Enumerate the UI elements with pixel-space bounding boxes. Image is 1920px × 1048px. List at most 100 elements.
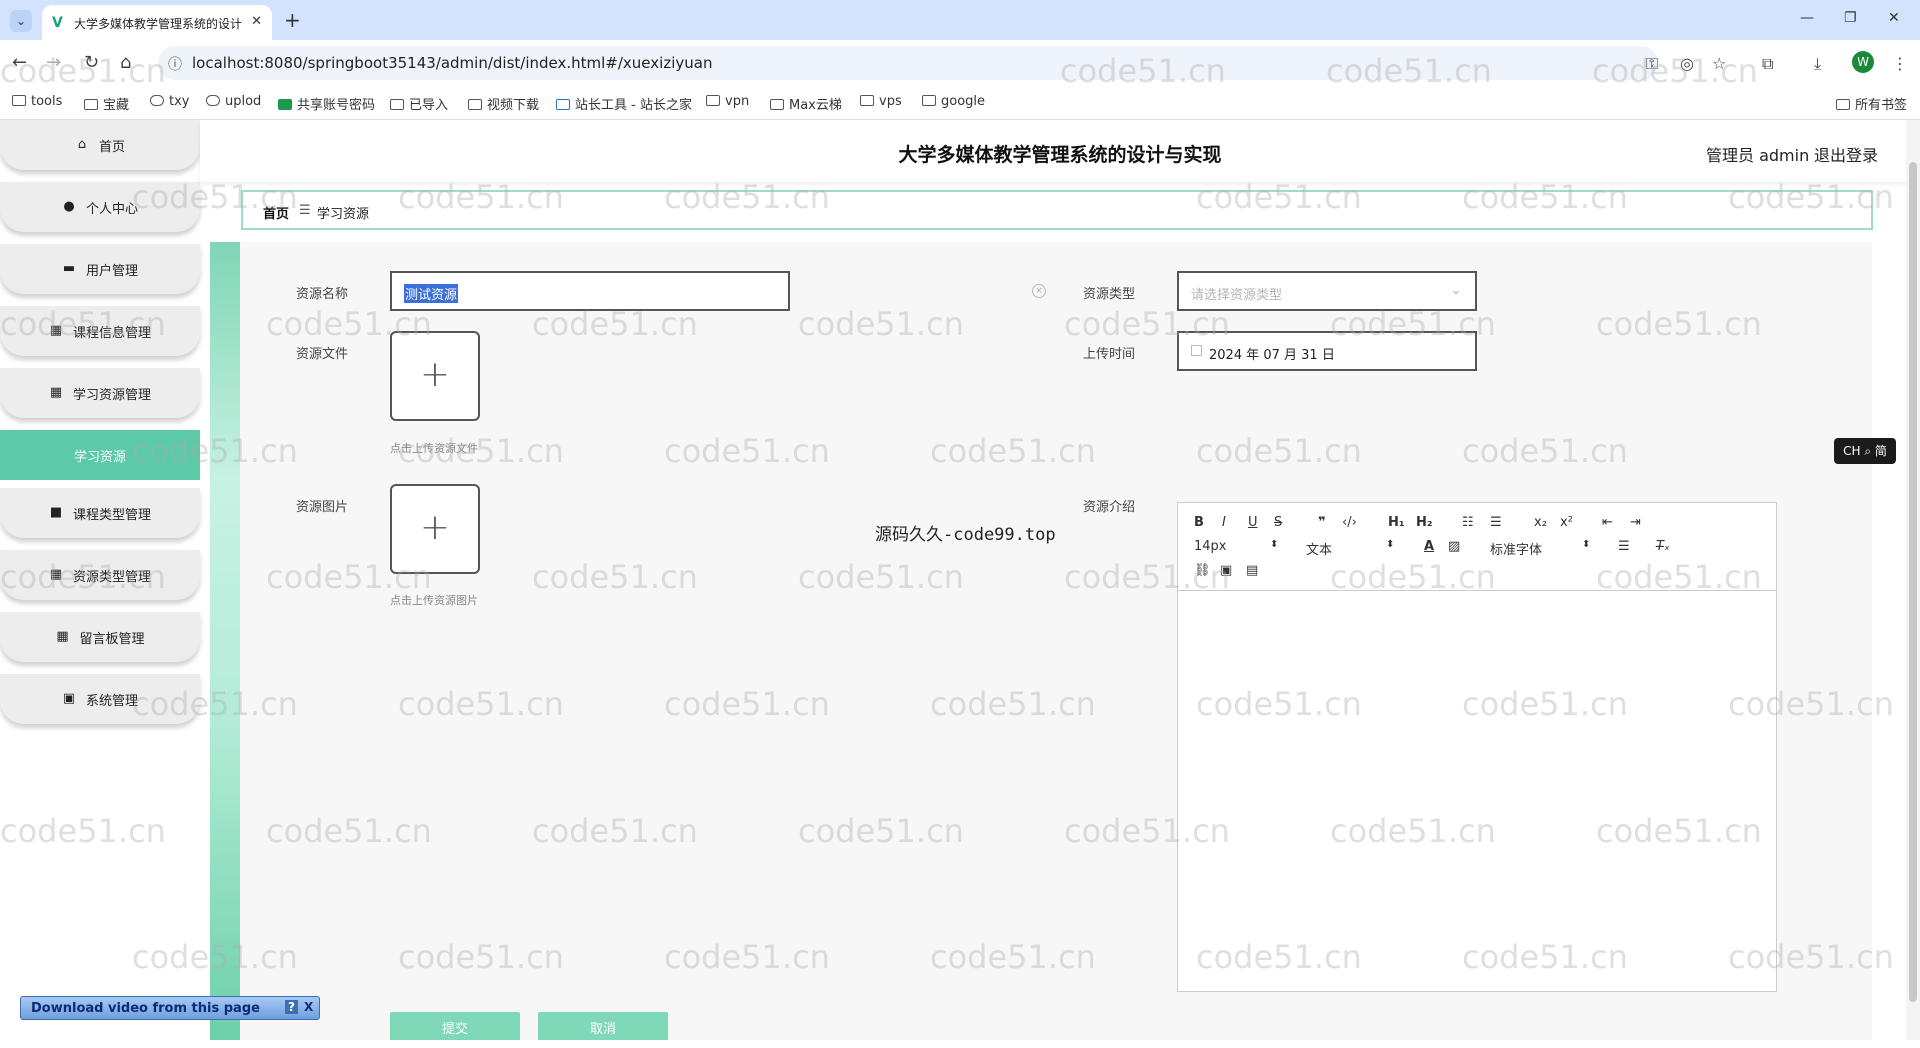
link-icon[interactable]: ⛓	[1194, 563, 1211, 578]
bookmark-item[interactable]: 宝藏	[84, 94, 129, 113]
ordered-list-icon[interactable]: ☷	[1462, 515, 1474, 530]
bookmark-item[interactable]: Max云梯	[770, 94, 842, 113]
clear-icon[interactable]: ×	[1032, 284, 1046, 298]
bookmark-item[interactable]: vpn	[706, 94, 749, 109]
bookmark-item[interactable]: tools	[12, 94, 62, 109]
breadcrumb-current: 学习资源	[317, 207, 370, 222]
heading1-icon[interactable]: H₁	[1388, 515, 1405, 530]
submit-button[interactable]: 提交	[390, 1012, 520, 1040]
key-icon[interactable]: ⚿	[1646, 54, 1658, 74]
sidebar-item-learning-resources[interactable]: 学习资源	[0, 430, 200, 480]
logout-link[interactable]: 退出登录	[1814, 142, 1878, 166]
ime-indicator[interactable]: CH ⌕ 简	[1834, 438, 1896, 464]
heading2-icon[interactable]: H₂	[1416, 515, 1433, 530]
url-text[interactable]: localhost:8080/springboot35143/admin/dis…	[192, 54, 712, 72]
quote-icon[interactable]: ❞	[1318, 515, 1326, 530]
restore-icon[interactable]: ❐	[1844, 10, 1857, 26]
align-icon[interactable]: ☰	[1618, 539, 1630, 554]
all-bookmarks[interactable]: 所有书签	[1836, 94, 1907, 113]
downloads-icon[interactable]: ⤓	[1814, 54, 1821, 74]
resource-name-input[interactable]: 测试资源	[390, 271, 790, 311]
home-button-icon[interactable]: ⌂	[120, 52, 131, 73]
close-window-icon[interactable]: ✕	[1888, 10, 1900, 26]
background-color-icon[interactable]: ▨	[1448, 539, 1460, 554]
bookmark-item[interactable]: 站长工具 - 站长之家	[556, 94, 692, 113]
file-label: 资源文件	[296, 347, 349, 362]
bookmark-item[interactable]: txy	[150, 94, 189, 109]
calendar-icon	[1191, 345, 1202, 356]
bookmark-item[interactable]: google	[922, 94, 985, 109]
clear-format-icon[interactable]: T̶ₓ	[1656, 539, 1670, 554]
browser-tab-bar: ⌄ V 大学多媒体教学管理系统的设计 ✕ + — ❐ ✕	[0, 0, 1920, 40]
screenshot-icon[interactable]: ◎	[1680, 54, 1694, 73]
breadcrumb-home[interactable]: 首页	[263, 203, 289, 222]
sidebar-item-courses[interactable]: ▦ 课程信息管理	[0, 306, 200, 356]
bookmark-item[interactable]: 已导入	[390, 94, 448, 113]
tool-icon	[556, 99, 570, 110]
block-type-select[interactable]: 文本	[1306, 539, 1332, 558]
video-embed-icon[interactable]: ▤	[1246, 563, 1258, 578]
bookmark-item[interactable]: 视频下载	[468, 94, 539, 113]
code-icon[interactable]: ‹/›	[1342, 515, 1357, 530]
image-upload-button[interactable]: +	[390, 484, 480, 574]
bookmark-item[interactable]: uplod	[206, 94, 261, 109]
tab-list-button[interactable]: ⌄	[10, 10, 32, 32]
bookmark-star-icon[interactable]: ☆	[1712, 54, 1726, 73]
superscript-icon[interactable]: x²	[1560, 515, 1573, 530]
menu-icon[interactable]: ⋮	[1892, 54, 1908, 73]
underline-icon[interactable]: U	[1248, 515, 1258, 530]
file-upload-button[interactable]: +	[390, 331, 480, 421]
resource-type-select[interactable]: 请选择资源类型 ⌄	[1177, 271, 1477, 311]
sidebar-item-resource-types[interactable]: ▦ 资源类型管理	[0, 550, 200, 600]
subscript-icon[interactable]: x₂	[1534, 515, 1547, 530]
sidebar-item-profile[interactable]: ● 个人中心	[0, 182, 200, 232]
bookmark-item[interactable]: 共享账号密码	[278, 94, 375, 113]
bold-icon[interactable]: B	[1194, 515, 1204, 530]
italic-icon[interactable]: I	[1222, 515, 1226, 530]
forward-icon[interactable]: →	[46, 52, 61, 73]
bullet-list-icon[interactable]: ☰	[1490, 515, 1502, 530]
profile-avatar[interactable]: W	[1852, 51, 1874, 73]
page-title: 大学多媒体教学管理系统的设计与实现	[898, 144, 1222, 166]
sidebar-item-message-board[interactable]: ▦ 留言板管理	[0, 612, 200, 662]
folder-icon	[770, 99, 784, 110]
folder-icon	[706, 95, 720, 106]
rich-text-editor[interactable]: B I U S ❞ ‹/› H₁ H₂ ☷ ☰ x₂ x² ⇤ ⇥ 14px ⬍…	[1177, 502, 1777, 992]
browser-tab[interactable]: V 大学多媒体教学管理系统的设计 ✕	[42, 5, 272, 40]
close-download-bar-icon[interactable]: X	[304, 1000, 313, 1014]
sidebar-item-users[interactable]: ▬ 用户管理	[0, 244, 200, 294]
image-icon[interactable]: ▣	[1220, 563, 1232, 578]
font-color-icon[interactable]: A	[1424, 539, 1434, 554]
close-tab-icon[interactable]: ✕	[251, 14, 262, 29]
help-icon[interactable]: ?	[285, 1000, 298, 1014]
download-video-text[interactable]: Download video from this page	[31, 1001, 260, 1016]
home-icon: ⌂	[77, 137, 87, 152]
decorative-strip	[210, 242, 240, 1040]
page-scrollbar[interactable]	[1906, 120, 1920, 1040]
site-info-icon[interactable]: ⓘ	[168, 54, 182, 74]
font-size-select[interactable]: 14px	[1194, 539, 1227, 554]
download-video-bar[interactable]: Download video from this page ? X	[20, 996, 320, 1020]
address-bar[interactable]: ⓘ localhost:8080/springboot35143/admin/d…	[158, 46, 1658, 80]
minimize-icon[interactable]: —	[1800, 10, 1814, 26]
extensions-icon[interactable]: ⧉	[1762, 54, 1773, 74]
plus-icon: +	[419, 507, 451, 548]
outdent-icon[interactable]: ⇤	[1602, 515, 1613, 530]
user-icon: ●	[63, 199, 75, 214]
back-icon[interactable]: ←	[12, 52, 27, 73]
strikethrough-icon[interactable]: S	[1274, 515, 1282, 530]
indent-icon[interactable]: ⇥	[1630, 515, 1641, 530]
bookmark-item[interactable]: vps	[860, 94, 902, 109]
sidebar-item-system[interactable]: ▣ 系统管理	[0, 674, 200, 724]
new-tab-button[interactable]: +	[284, 8, 301, 32]
sidebar-item-course-types[interactable]: ■ 课程类型管理	[0, 488, 200, 538]
sidebar-item-home[interactable]: ⌂ 首页	[0, 120, 200, 170]
font-family-select[interactable]: 标准字体	[1490, 539, 1542, 558]
scrollbar-thumb[interactable]	[1909, 162, 1917, 1002]
cancel-button[interactable]: 取消	[538, 1012, 668, 1040]
sidebar-item-resource-management[interactable]: ▦ 学习资源管理	[0, 368, 200, 418]
chat-icon: ▬	[62, 261, 76, 276]
resource-name-value[interactable]: 测试资源	[404, 284, 459, 303]
upload-date-picker[interactable]: 2024 年 07 月 31 日	[1177, 331, 1477, 371]
reload-icon[interactable]: ↻	[84, 52, 99, 73]
